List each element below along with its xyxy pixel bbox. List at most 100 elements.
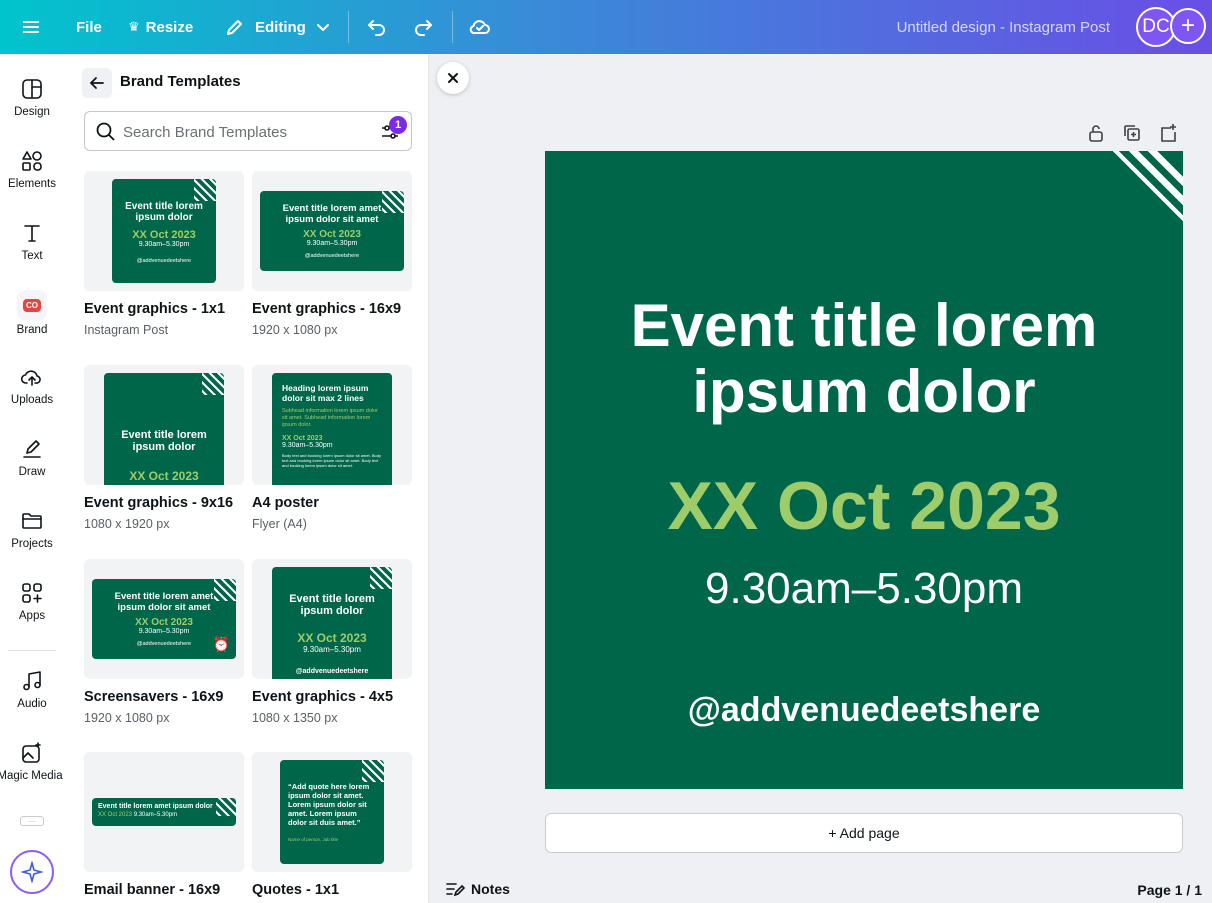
document-title[interactable]: Untitled design - Instagram Post [897,0,1110,54]
hamburger-icon [23,21,39,33]
template-name: A4 poster [252,495,319,511]
stripe-decoration [370,567,392,589]
share-add-button[interactable]: + [1170,8,1206,44]
template-size: Flyer (A4) [252,517,307,531]
design-icon [22,79,42,99]
template-card[interactable]: Event title lorem ipsum dolor XX Oct 202… [252,559,412,725]
template-card[interactable]: Event title lorem amet ipsum dolor XX Oc… [84,752,244,898]
design-date[interactable]: XX Oct 2023 [545,467,1183,545]
thumb-time: 9.30am–5.30pm [138,628,190,635]
page-indicator[interactable]: Page 1 / 1 [1137,882,1202,898]
menu-button[interactable] [20,0,42,54]
design-handle[interactable]: @addvenuedeetshere [545,691,1183,730]
stripe-decoration [194,179,216,201]
rail-label: Draw [18,466,46,478]
redo-icon [415,20,432,36]
template-thumbnail: “Add quote here lorem ipsum dolor sit am… [252,752,412,872]
search-icon [96,122,115,141]
brand-badge: CO [23,298,41,312]
template-card[interactable]: Event title lorem amet ipsum dolor sit a… [252,171,412,337]
rail-item-magic-media[interactable]: Magic Media [0,742,64,802]
template-card[interactable]: Event title lorem ipsum dolor XX Oct 202… [84,171,244,337]
thumb-heading: Heading lorem ipsum dolor sit max 2 line… [282,383,369,403]
thumb-subhead: Subhead information lorem ipsum dolor si… [282,408,378,428]
thumb-handle: @addvenuedeetshere [295,668,369,675]
lock-page-button[interactable] [1087,123,1105,148]
rail-item-uploads[interactable]: Uploads [0,366,64,426]
canvas-area: Event title lorem ipsum dolor XX Oct 202… [429,54,1212,903]
thumb-date: XX Oct 2023 [303,229,361,240]
panel-title: Brand Templates [120,73,241,90]
thumb-date: XX Oct 2023 [282,435,323,442]
search-box: 1 [84,111,412,151]
thumb-title: Event title lorem ipsum dolor [289,593,375,617]
elements-icon [22,151,42,171]
resize-button[interactable]: ♛ Resize [128,0,193,54]
template-thumbnail: Event title lorem ipsum dolor XX Oct 202… [84,171,244,291]
template-thumbnail: Event title lorem ipsum dolor XX Oct 202… [84,365,244,485]
sparkle-icon [21,861,43,883]
rail-item-apps[interactable]: Apps [0,582,64,642]
cloud-save-status[interactable] [468,0,492,54]
editing-mode-button[interactable]: Editing [225,0,330,54]
search-input[interactable] [123,121,363,143]
back-button[interactable] [82,68,112,98]
rail-item-elements[interactable]: Elements [0,150,64,210]
template-thumbnail: Event title lorem amet ipsum dolor sit a… [84,559,244,679]
duplicate-page-button[interactable] [1123,123,1141,148]
template-card[interactable]: Heading lorem ipsum dolor sit max 2 line… [252,365,412,531]
template-thumbnail: Heading lorem ipsum dolor sit max 2 line… [252,365,412,485]
brand-templates-panel: Brand Templates 1 Event title lorem ipsu… [64,54,429,903]
stripe-decoration [214,579,236,601]
rail-label: Uploads [10,394,54,406]
design-canvas[interactable]: Event title lorem ipsum dolor XX Oct 202… [545,151,1183,789]
rail-item-design[interactable]: Design [0,78,64,138]
stripe-decoration [382,191,404,213]
apps-icon [22,583,42,603]
file-menu[interactable]: File [76,0,102,54]
template-card[interactable]: “Add quote here lorem ipsum dolor sit am… [252,752,412,898]
text-icon [24,225,40,242]
draw-icon [23,440,41,458]
more-button[interactable]: ... [20,816,44,826]
rail-label: Audio [17,698,47,710]
add-page-button[interactable]: + Add page [545,813,1183,853]
divider [452,11,453,43]
template-card[interactable]: Event title lorem amet ipsum dolor sit a… [84,559,244,725]
thumb-handle: @addvenuedeetshere [136,258,192,264]
close-icon [448,73,458,83]
thumb-date: XX Oct 2023 [297,631,367,645]
template-size: 1920 x 1080 px [84,711,170,725]
template-name: Email banner - 16x9 [84,882,221,898]
redo-button[interactable] [412,0,434,54]
thumb-time: 9.30am–5.30pm [282,442,333,449]
thumb-date: XX Oct 2023 [98,812,133,818]
thumb-attribution: Name of person, Job title [288,837,339,842]
template-thumbnail: Event title lorem ipsum dolor XX Oct 202… [252,559,412,679]
template-card[interactable]: Event title lorem ipsum dolor XX Oct 202… [84,365,244,531]
close-panel-button[interactable] [437,62,469,94]
rail-item-brand[interactable]: CO Brand [0,290,64,350]
thumb-time: 9.30am–5.30pm [303,645,361,654]
rail-item-draw[interactable]: Draw [0,438,64,498]
template-name: Screensavers - 16x9 [84,689,224,705]
arrow-left-icon [89,77,104,89]
rail-item-audio[interactable]: Audio [0,670,64,730]
add-page-icon-button[interactable] [1159,123,1177,148]
notes-button[interactable]: Notes [445,880,510,898]
stripe-decoration [216,798,236,816]
thumb-time: 9.30am–5.30pm [306,240,358,247]
rail-label: Elements [8,178,56,190]
notes-icon [446,883,465,897]
undo-button[interactable] [366,0,388,54]
design-time[interactable]: 9.30am–5.30pm [545,564,1183,614]
rail-divider [8,650,56,651]
design-title[interactable]: Event title lorem ipsum dolor [545,293,1183,425]
rail-item-projects[interactable]: Projects [0,510,64,570]
template-size: 1920 x 1080 px [252,323,338,337]
magic-media-icon [22,742,41,763]
magic-assistant-button[interactable] [10,850,54,894]
chevron-down-icon [316,24,329,31]
design-title-line: Event title lorem [630,292,1098,359]
rail-item-text[interactable]: Text [0,222,64,282]
